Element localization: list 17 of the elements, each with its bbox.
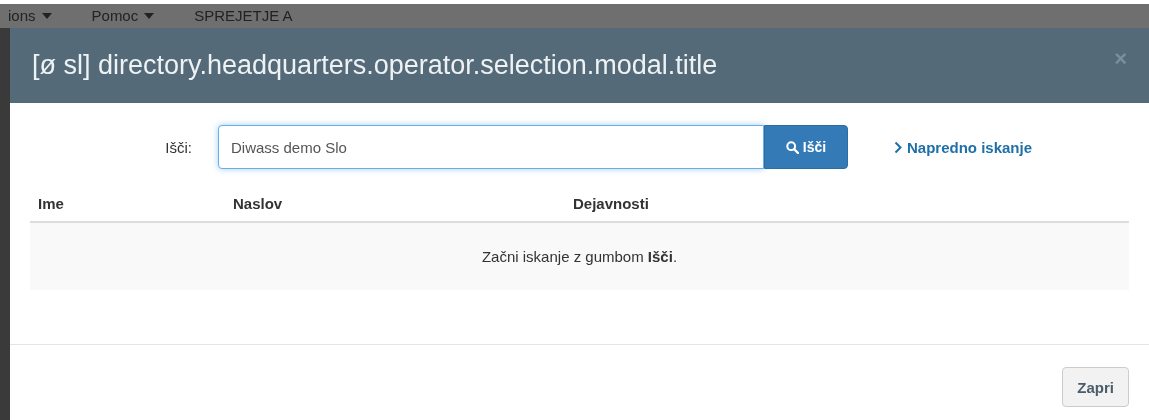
search-icon [785, 140, 799, 154]
nav-menu-item[interactable]: SPREJETJE A [194, 7, 293, 25]
search-field[interactable]: Diwass demo Slo [218, 125, 764, 169]
caret-icon [41, 13, 52, 19]
search-label: Išči: [164, 138, 193, 156]
column-header: Naslov [233, 195, 284, 212]
caret-icon [144, 13, 155, 19]
modal-title: [ø sl] directory.headquarters.operator.selection.modal.title [32, 50, 718, 81]
nav-menu-item[interactable]: Pomoc [91, 7, 139, 25]
column-header: Ime [37, 195, 65, 212]
empty-message: Začni iskanje z gumbom Išči. [481, 248, 678, 265]
nav-menu-item[interactable]: ions [8, 7, 36, 25]
chevron-icon [894, 140, 902, 154]
advanced-search-link[interactable]: Napredno iskanje [894, 138, 1033, 156]
column-header: Dejavnosti [573, 195, 650, 212]
search-button[interactable]: Išči [764, 125, 848, 169]
close-button[interactable]: Zapri [1062, 367, 1129, 407]
